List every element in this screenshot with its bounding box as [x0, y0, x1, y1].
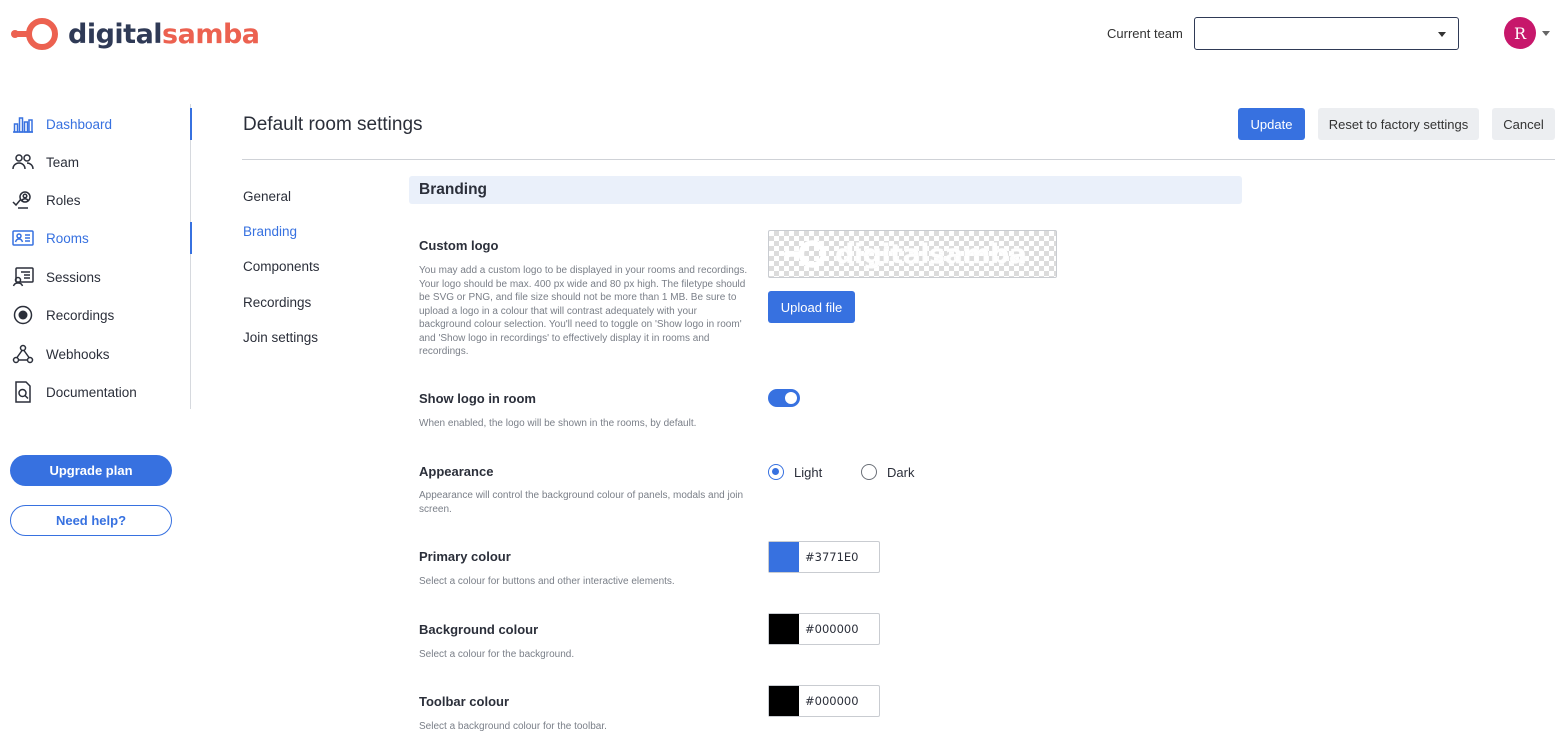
appearance-description: Appearance will control the background c…: [419, 490, 744, 515]
bar-chart-icon: [12, 113, 34, 135]
radio-unselected-icon: [861, 464, 877, 480]
toolbar-colour-value[interactable]: #000000: [799, 686, 859, 716]
sidebar-item-rooms[interactable]: Rooms: [0, 220, 192, 256]
rooms-icon: [12, 227, 34, 249]
section-header-branding: Branding: [409, 176, 1242, 204]
header-divider: [242, 159, 1555, 160]
sidebar-nav: Dashboard Team Roles Rooms Sessions Reco…: [0, 104, 192, 410]
toolbar-colour-description: Select a background colour for the toolb…: [419, 721, 607, 732]
sidebar-item-label: Roles: [46, 192, 81, 208]
sidebar-item-label: Dashboard: [46, 116, 113, 132]
primary-colour-swatch[interactable]: [769, 542, 799, 572]
subnav-join-settings[interactable]: Join settings: [243, 330, 318, 345]
need-help-button[interactable]: Need help?: [10, 505, 172, 536]
show-logo-toggle[interactable]: [768, 389, 800, 407]
record-icon: [12, 304, 34, 326]
upgrade-plan-button[interactable]: Upgrade plan: [10, 455, 172, 486]
radio-label: Light: [794, 464, 823, 480]
sidebar-item-documentation[interactable]: Documentation: [0, 374, 191, 410]
sessions-icon: [12, 266, 34, 288]
custom-logo-preview: digitalsamba: [768, 230, 1057, 278]
primary-colour-description: Select a colour for buttons and other in…: [419, 576, 675, 587]
custom-logo-description: You may add a custom logo to be displaye…: [419, 265, 748, 357]
brand-logo[interactable]: digitalsamba: [10, 14, 260, 54]
user-avatar[interactable]: R: [1504, 17, 1536, 49]
current-team-select[interactable]: [1194, 17, 1459, 50]
show-logo-description: When enabled, the logo will be shown in …: [419, 418, 697, 429]
toolbar-colour-swatch[interactable]: [769, 686, 799, 716]
cancel-button[interactable]: Cancel: [1492, 108, 1555, 140]
sidebar-item-label: Rooms: [46, 230, 89, 246]
upload-file-button[interactable]: Upload file: [768, 291, 855, 323]
radio-label: Dark: [887, 464, 915, 480]
current-team-label: Current team: [1107, 26, 1183, 41]
show-logo-title: Show logo in room: [419, 391, 536, 406]
radio-selected-icon: [768, 464, 784, 480]
brand-wordmark: digitalsamba: [68, 18, 260, 50]
subnav-general[interactable]: General: [243, 189, 291, 204]
sidebar-item-webhooks[interactable]: Webhooks: [0, 336, 191, 372]
reset-factory-settings-button[interactable]: Reset to factory settings: [1318, 108, 1479, 140]
subnav-recordings[interactable]: Recordings: [243, 295, 311, 310]
toolbar-colour-picker[interactable]: #000000: [768, 685, 880, 717]
samba-logo-icon: [11, 18, 58, 50]
background-colour-picker[interactable]: #000000: [768, 613, 880, 645]
sidebar-item-sessions[interactable]: Sessions: [0, 259, 191, 295]
sidebar-item-label: Recordings: [46, 307, 115, 323]
sidebar-item-label: Webhooks: [46, 346, 110, 362]
toggle-knob: [785, 392, 797, 404]
users-icon: [12, 151, 34, 173]
update-button[interactable]: Update: [1238, 108, 1305, 140]
sidebar-item-team[interactable]: Team: [0, 144, 191, 180]
logo-preview-icon: [783, 240, 827, 268]
logo-preview-wordmark: digitalsamba: [835, 238, 1027, 270]
custom-logo-title: Custom logo: [419, 238, 499, 253]
background-colour-title: Background colour: [419, 622, 539, 637]
documentation-icon: [12, 381, 34, 403]
primary-colour-picker[interactable]: #3771E0: [768, 541, 880, 573]
subnav-branding[interactable]: Branding: [243, 224, 297, 239]
sidebar-item-dashboard[interactable]: Dashboard: [0, 106, 192, 142]
chevron-down-icon: [1438, 32, 1446, 37]
background-colour-description: Select a colour for the background.: [419, 649, 575, 660]
roles-icon: [12, 189, 34, 211]
sidebar-item-label: Team: [46, 154, 80, 170]
primary-colour-title: Primary colour: [419, 549, 511, 564]
toolbar-colour-title: Toolbar colour: [419, 694, 510, 709]
sidebar-item-label: Documentation: [46, 384, 137, 400]
webhooks-icon: [12, 343, 34, 365]
appearance-dark-radio[interactable]: Dark: [861, 464, 914, 480]
appearance-title: Appearance: [419, 464, 494, 479]
page-title: Default room settings: [243, 114, 423, 135]
subnav-components[interactable]: Components: [243, 259, 320, 274]
primary-colour-value[interactable]: #3771E0: [799, 542, 859, 572]
sidebar-item-recordings[interactable]: Recordings: [0, 297, 191, 333]
sidebar-item-label: Sessions: [46, 269, 101, 285]
background-colour-swatch[interactable]: [769, 614, 799, 644]
avatar-chevron-down-icon[interactable]: [1542, 31, 1550, 36]
background-colour-value[interactable]: #000000: [799, 614, 859, 644]
appearance-light-radio[interactable]: Light: [768, 464, 822, 480]
sidebar-item-roles[interactable]: Roles: [0, 182, 191, 218]
